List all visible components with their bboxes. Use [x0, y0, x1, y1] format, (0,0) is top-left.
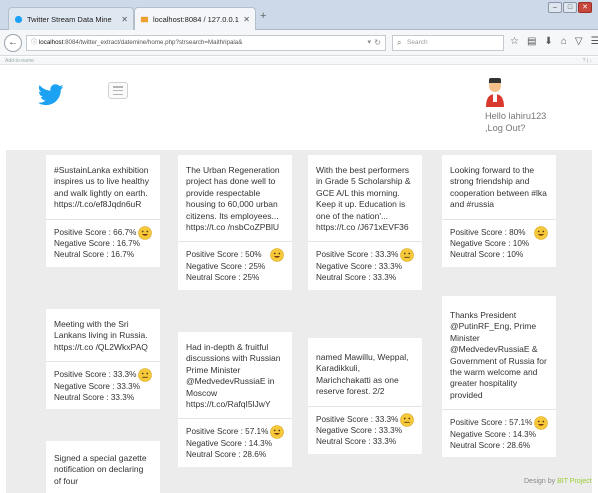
menu-icon[interactable]: ☰: [591, 36, 598, 47]
maximize-icon[interactable]: □: [563, 2, 577, 13]
neutral-score: Neutral Score : 33.3%: [316, 273, 397, 283]
tab-close-icon[interactable]: ✕: [243, 15, 250, 24]
tweet-card: Signed a special gazette notification on…: [46, 441, 160, 493]
neutral-score: Neutral Score : 33.3%: [54, 393, 135, 403]
score-panel: Positive Score : 57.1% Negative Score : …: [178, 418, 292, 466]
happy-emoji-icon: [534, 225, 548, 240]
tab-title: Twitter Stream Data Mine: [27, 14, 112, 24]
tweet-card: #SustainLanka exhibition inspires us to …: [46, 155, 160, 267]
tweet-text: Thanks President @PutinRF_Eng, Prime Min…: [450, 310, 547, 400]
tweet-text: Signed a special gazette notification on…: [54, 453, 147, 486]
neutral-score: Neutral Score : 28.6%: [186, 450, 267, 460]
happy-emoji-icon: [270, 248, 284, 263]
tab-localhost[interactable]: localhost:8084 / 127.0.0.1 / ... ✕: [134, 7, 256, 30]
happy-emoji-icon: [534, 416, 548, 431]
footer-brand-link[interactable]: BIT Project: [557, 478, 592, 485]
bookmark-item[interactable]: Add-to-name: [5, 58, 34, 64]
score-panel: Positive Score : 33.3% Negative Score : …: [46, 361, 160, 409]
score-panel: Positive Score : 33.3% Negative Score : …: [308, 241, 422, 289]
tweet-text: With the best performers in Grade 5 Scho…: [316, 165, 411, 233]
hamburger-menu-button[interactable]: [108, 82, 128, 99]
negative-score: Negative Score : 33.3%: [316, 426, 403, 436]
neutral-score: Neutral Score : 33.3%: [316, 437, 397, 447]
score-panel: Positive Score : 66.7% Negative Score : …: [46, 218, 160, 267]
tweet-card: Looking forward to the strong friendship…: [442, 155, 556, 267]
tweet-text: Looking forward to the strong friendship…: [450, 165, 547, 210]
url-host: localhost: [38, 39, 64, 46]
page-header: [0, 66, 598, 150]
neutral-score: Neutral Score : 25%: [186, 273, 260, 283]
dropdown-icon[interactable]: ▾: [367, 36, 371, 50]
home-icon[interactable]: ⌂: [561, 36, 567, 47]
negative-score: Negative Score : 25%: [186, 261, 266, 271]
tab-title: localhost:8084 / 127.0.0.1 / ...: [153, 14, 240, 24]
url-path: :8084/twitter_extract/datemine/home.php?…: [63, 39, 243, 46]
twitter-bird-icon: [38, 84, 64, 106]
score-panel: Positive Score : 50% Negative Score : 25…: [178, 241, 292, 289]
bookmarks-bar-right: ? | ↓: [582, 58, 592, 64]
negative-score: Negative Score : 33.3%: [54, 381, 141, 391]
close-window-icon[interactable]: ✕: [578, 2, 592, 13]
back-arrow-icon[interactable]: ←: [4, 34, 22, 52]
tab-twitter-stream[interactable]: Twitter Stream Data Mine ✕: [8, 7, 134, 30]
library-icon[interactable]: ▤: [527, 36, 536, 47]
browser-nav-bar: ← ⓘ localhost:8084/twitter_extract/datem…: [0, 30, 598, 56]
reload-icon[interactable]: ↻: [374, 36, 381, 50]
twitter-favicon-icon: [14, 15, 23, 23]
score-panel: Positive Score : 80% Negative Score : 10…: [442, 218, 556, 267]
negative-score: Negative Score : 14.3%: [186, 438, 273, 448]
tweet-card: Meeting with the Sri Lankans living in R…: [46, 309, 160, 410]
minimize-icon[interactable]: –: [548, 2, 562, 13]
footer-credit: Design by BIT Project: [524, 478, 592, 485]
tweet-card: The Urban Regeneration project has done …: [178, 155, 292, 290]
pocket-icon[interactable]: ▽: [575, 36, 583, 47]
new-tab-button[interactable]: +: [260, 10, 266, 22]
tab-close-icon[interactable]: ✕: [121, 15, 128, 24]
tweet-text: named Mawillu, Weppal, Karadikkuli, Mari…: [316, 352, 409, 397]
toolbar-icons: ☆ ▤ ⬇ ⌂ ▽ ☰: [510, 36, 598, 47]
neutral-score: Neutral Score : 28.6%: [450, 441, 531, 451]
negative-score: Negative Score : 33.3%: [316, 261, 403, 271]
tweet-card: Had in-depth & fruitful discussions with…: [178, 332, 292, 467]
search-bar[interactable]: ⌕ Search: [392, 35, 504, 51]
tweet-text: #SustainLanka exhibition inspires us to …: [54, 165, 149, 210]
tweet-card: Thanks President @PutinRF_Eng, Prime Min…: [442, 296, 556, 458]
search-icon: ⌕: [397, 38, 402, 47]
neutral-emoji-icon: [400, 412, 414, 427]
user-avatar-icon[interactable]: [484, 77, 506, 107]
tweet-text: The Urban Regeneration project has done …: [186, 165, 280, 233]
browser-tab-bar: Twitter Stream Data Mine ✕ localhost:808…: [0, 0, 598, 30]
bookmarks-bar: Add-to-name ? | ↓: [0, 57, 598, 65]
phpmyadmin-favicon-icon: [140, 16, 149, 22]
url-bar[interactable]: ⓘ localhost:8084/twitter_extract/datemin…: [26, 35, 386, 51]
negative-score: Negative Score : 10%: [450, 239, 530, 249]
neutral-emoji-icon: [138, 368, 152, 383]
bookmark-star-icon[interactable]: ☆: [510, 36, 519, 47]
happy-emoji-icon: [138, 225, 152, 240]
tweet-text: Meeting with the Sri Lankans living in R…: [54, 319, 148, 352]
tweet-card: named Mawillu, Weppal, Karadikkuli, Mari…: [308, 338, 422, 454]
neutral-emoji-icon: [400, 248, 414, 263]
tweet-card: With the best performers in Grade 5 Scho…: [308, 155, 422, 290]
footer-prefix: Design by: [524, 478, 558, 485]
tweet-board: #SustainLanka exhibition inspires us to …: [6, 150, 592, 493]
score-panel: Positive Score : 33.3% Negative Score : …: [308, 405, 422, 454]
negative-score: Negative Score : 14.3%: [450, 429, 537, 439]
tweet-text: Had in-depth & fruitful discussions with…: [186, 342, 281, 410]
download-icon[interactable]: ⬇: [544, 36, 552, 47]
window-controls: – □ ✕: [548, 2, 592, 13]
info-icon[interactable]: ⓘ: [31, 39, 39, 46]
user-greeting-logout-link[interactable]: Hello lahiru123 ,Log Out?: [485, 110, 565, 134]
happy-emoji-icon: [270, 425, 284, 440]
negative-score: Negative Score : 16.7%: [54, 239, 141, 249]
neutral-score: Neutral Score : 16.7%: [54, 250, 135, 260]
neutral-score: Neutral Score : 10%: [450, 250, 524, 260]
search-placeholder: Search: [407, 39, 428, 46]
score-panel: Positive Score : 57.1% Negative Score : …: [442, 409, 556, 457]
